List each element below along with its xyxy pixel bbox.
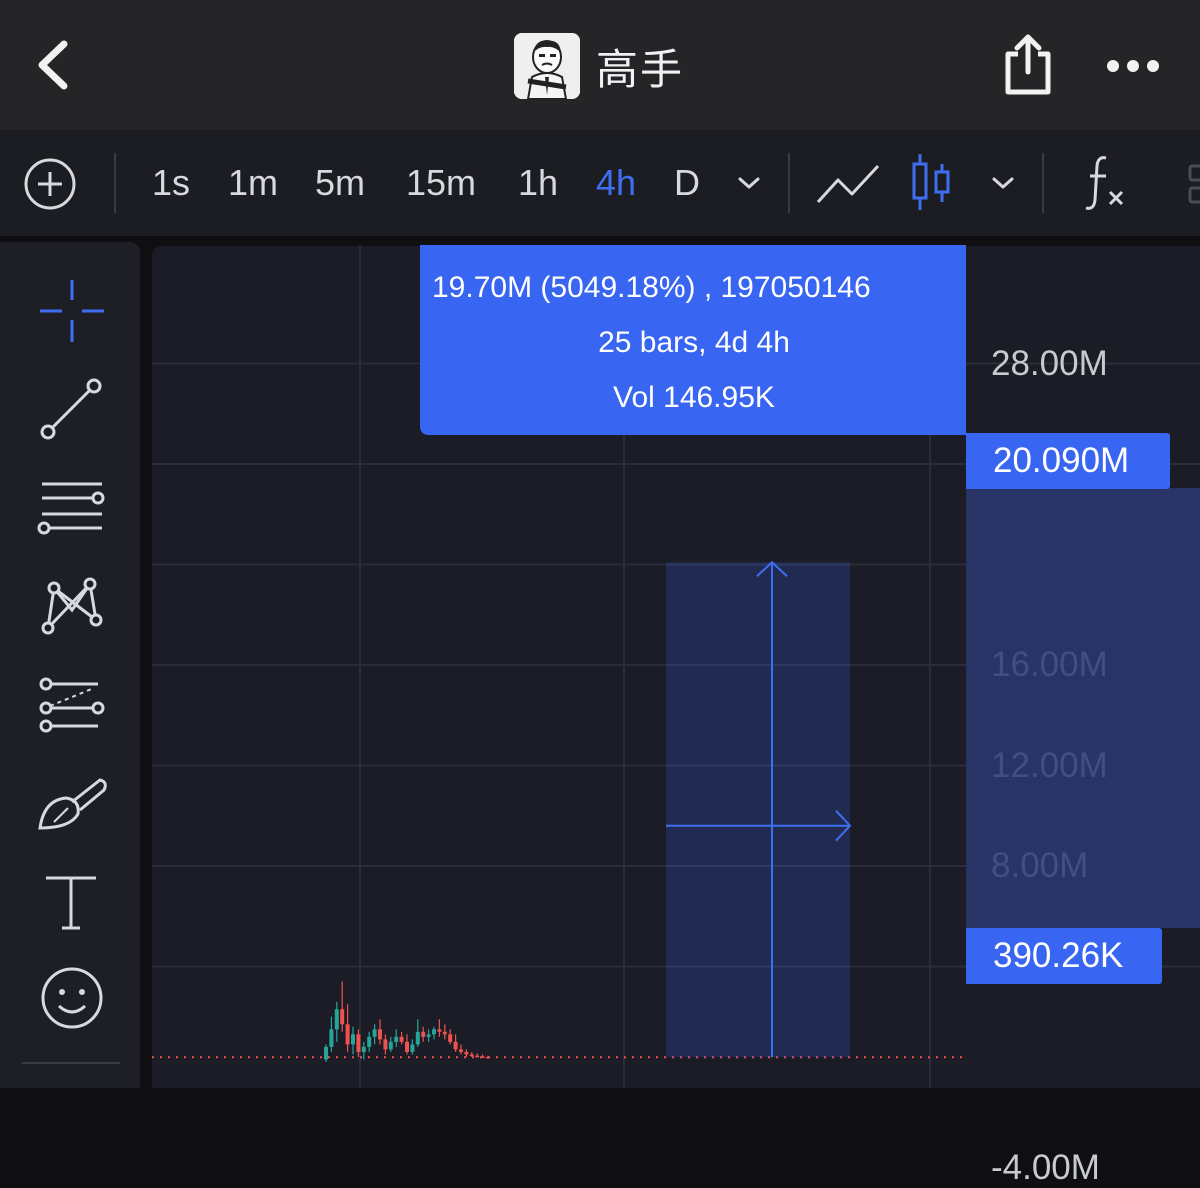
measurement-bars: 25 bars, 4d 4h	[598, 326, 790, 359]
candle	[324, 1046, 328, 1060]
measurement-volume: Vol 146.95K	[613, 381, 775, 414]
horizontal-lines-tool[interactable]	[30, 470, 114, 546]
crosshair-tool[interactable]	[30, 272, 114, 348]
candle	[469, 1054, 474, 1056]
add-symbol-button[interactable]	[22, 156, 78, 212]
timeframe-D[interactable]: D	[674, 150, 700, 216]
text-tool[interactable]	[30, 866, 114, 942]
trend-line-icon	[40, 378, 102, 440]
candle	[405, 1041, 409, 1052]
trend-line-tool[interactable]	[30, 370, 114, 446]
candle	[334, 1009, 339, 1030]
header-title-group[interactable]: 高手	[514, 33, 684, 99]
line-chart-button[interactable]	[814, 158, 882, 210]
candle	[415, 1031, 420, 1045]
share-button[interactable]	[1000, 30, 1056, 98]
brush-icon	[38, 778, 107, 830]
candle	[351, 1034, 355, 1045]
candle	[340, 1009, 345, 1025]
candle	[453, 1041, 458, 1050]
candle	[378, 1029, 382, 1040]
candle	[356, 1034, 361, 1052]
timeframe-1m[interactable]: 1m	[228, 150, 278, 216]
price-range-highlight	[966, 488, 1200, 928]
plus-circle-icon	[24, 158, 76, 210]
fx-icon	[1085, 156, 1124, 210]
candle	[464, 1051, 469, 1055]
candle	[394, 1036, 399, 1042]
avatar	[514, 33, 580, 99]
candle	[437, 1029, 442, 1032]
price-axis-label: -4.00M	[991, 1147, 1100, 1187]
crosshair-icon	[40, 280, 104, 342]
candle	[372, 1029, 377, 1037]
pattern-tool[interactable]	[30, 570, 114, 646]
candle	[475, 1055, 480, 1058]
candles-button[interactable]	[908, 150, 954, 216]
pattern-icon	[41, 577, 103, 635]
current-price-tag: 390.26K	[966, 928, 1162, 984]
more-button[interactable]	[1104, 52, 1162, 80]
chevron-left-icon	[38, 40, 68, 90]
timeframe-4h[interactable]: 4h	[596, 150, 636, 216]
indicators-button[interactable]	[1082, 152, 1130, 214]
chart-type-dropdown-button[interactable]	[988, 170, 1018, 196]
panel-divider	[22, 1062, 120, 1064]
candle	[421, 1031, 426, 1037]
chevron-down-icon	[992, 177, 1014, 189]
toolbar-divider	[1042, 153, 1044, 213]
projection-tool[interactable]	[30, 670, 114, 746]
share-icon	[1005, 34, 1051, 95]
projection-icon	[39, 677, 105, 733]
brush-tool[interactable]	[30, 770, 114, 846]
toolbar-divider	[788, 153, 790, 213]
measure-range	[666, 562, 850, 1058]
toolbar-divider	[114, 153, 116, 213]
candle	[345, 1024, 350, 1045]
measure-high-price-tag: 20.090M	[966, 433, 1170, 489]
candle	[432, 1029, 436, 1035]
horizontal-lines-icon	[37, 482, 105, 535]
candlestick-icon	[912, 154, 950, 210]
candle	[399, 1036, 404, 1042]
emoji-icon	[41, 967, 103, 1029]
candle	[442, 1031, 447, 1035]
text-tool-icon	[46, 876, 96, 930]
candle	[367, 1036, 372, 1047]
chevron-down-icon	[738, 177, 760, 189]
candle	[459, 1049, 463, 1052]
candle	[410, 1044, 415, 1052]
candle	[383, 1039, 388, 1050]
toolbar-overflow-icon[interactable]	[1186, 162, 1200, 206]
line-chart-icon	[816, 164, 880, 204]
candle	[426, 1034, 431, 1037]
back-button[interactable]	[30, 34, 80, 96]
measurement-label: 19.70M (5049.18%) , 197050146 25 bars, 4…	[420, 245, 966, 435]
timeframe-5m[interactable]: 5m	[315, 150, 365, 216]
candle	[388, 1041, 393, 1050]
page-title: 高手	[596, 45, 685, 93]
timeframe-1s[interactable]: 1s	[152, 150, 190, 216]
price-axis-label: 28.00M	[991, 343, 1108, 383]
more-dots-icon	[1107, 60, 1159, 72]
timeframe-1h[interactable]: 1h	[518, 150, 558, 216]
candle	[361, 1046, 366, 1052]
timeframe-dropdown-button[interactable]	[734, 170, 764, 196]
measurement-change: 19.70M (5049.18%) , 197050146	[432, 271, 871, 304]
candle	[448, 1034, 453, 1042]
emoji-tool[interactable]	[30, 960, 114, 1036]
candle	[329, 1029, 334, 1047]
timeframe-15m[interactable]: 15m	[406, 150, 476, 216]
